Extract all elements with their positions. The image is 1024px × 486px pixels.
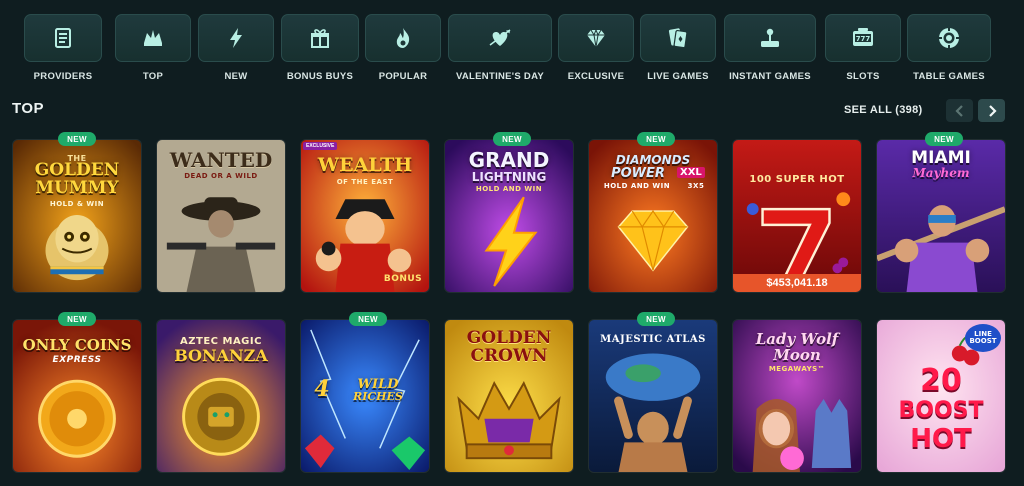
game-tile-aztec-magic-bonanza[interactable]: AZTEC MAGIC BONANZA (156, 319, 286, 473)
game-tile-only-coins-express[interactable]: ONLY COINS EXPRESS (12, 319, 142, 473)
new-badge: NEW (58, 132, 96, 146)
game-title: MUMMY (35, 178, 119, 198)
category-label: EXCLUSIVE (567, 71, 625, 82)
category-label: PROVIDERS (33, 71, 93, 82)
carousel-next-button[interactable] (978, 99, 1005, 122)
category-label: POPULAR (378, 71, 428, 82)
game-title: CROWN (470, 346, 548, 366)
game-title: MIAMI (911, 148, 971, 168)
game-tile-4-wild-riches[interactable]: 4 WILD RICHES (300, 319, 430, 473)
game-tile-grand-lightning[interactable]: GRAND LIGHTNING HOLD AND WIN (444, 139, 574, 293)
xxl-label: XXL (677, 167, 705, 178)
category-label: VALENTINE'S DAY (455, 71, 545, 82)
game-title: HOT (910, 424, 972, 454)
new-badge: NEW (925, 132, 963, 146)
slot-machine-icon: 777 (825, 14, 901, 62)
game-tile-golden-mummy[interactable]: THE GOLDEN MUMMY HOLD & WIN (12, 139, 142, 293)
game-title: WEALTH (317, 154, 413, 176)
game-subtitle: HOLD & WIN (49, 200, 105, 208)
category-popular[interactable]: POPULAR (363, 14, 443, 84)
flame-icon (365, 14, 441, 62)
new-badge: NEW (349, 312, 387, 326)
game-title: GOLDEN (34, 160, 120, 180)
category-top[interactable]: TOP (112, 14, 194, 84)
category-live-games[interactable]: LIVE GAMES (638, 14, 718, 84)
game-tile-100-super-hot[interactable]: 100 SUPER HOT $453,041.18 (732, 139, 862, 293)
game-subtitle: MEGAWAYS™ (768, 365, 826, 373)
game-title: BOOST (898, 398, 984, 423)
category-label: INSTANT GAMES (729, 71, 811, 82)
category-valentines-day[interactable]: VALENTINE'S DAY (447, 14, 553, 84)
game-subtitle: EXPRESS (52, 355, 102, 365)
jackpot-amount: $453,041.18 (733, 274, 861, 292)
game-title: RICHES (353, 390, 403, 403)
svg-text:777: 777 (856, 35, 871, 43)
game-title: ONLY COINS (22, 336, 132, 354)
category-exclusive[interactable]: EXCLUSIVE (556, 14, 636, 84)
heart-arrow-icon (448, 14, 552, 62)
line-boost-badge: LINE BOOST (965, 324, 1001, 352)
gift-icon (281, 14, 359, 62)
chevron-right-icon (988, 104, 997, 117)
diamond-icon (558, 14, 634, 62)
category-table-games[interactable]: TABLE GAMES (905, 14, 993, 84)
category-label: TABLE GAMES (913, 71, 985, 82)
game-title: GRAND (468, 148, 550, 172)
casino-chip-icon (907, 14, 991, 62)
new-badge: NEW (58, 312, 96, 326)
category-label: SLOTS (846, 71, 880, 82)
game-title: POWER (611, 166, 665, 181)
section-title: TOP (12, 100, 45, 117)
game-tile-lady-wolf-moon[interactable]: Lady Wolf Moon MEGAWAYS™ (732, 319, 862, 473)
game-tile-wanted[interactable]: WANTED DEAD OR A WILD (156, 139, 286, 293)
category-bonus-buys[interactable]: BONUS BUYS (279, 14, 361, 84)
game-title: BONANZA (174, 346, 268, 365)
game-tile-majestic-atlas[interactable]: MAJESTIC ATLAS (588, 319, 718, 473)
category-slots[interactable]: 777 SLOTS (823, 14, 903, 84)
game-title: Mayhem (912, 166, 970, 180)
game-title: DIAMONDS (615, 153, 691, 167)
new-badge: NEW (637, 312, 675, 326)
new-badge: NEW (637, 132, 675, 146)
category-label: TOP (142, 71, 164, 82)
category-instant-games[interactable]: INSTANT GAMES (722, 14, 818, 84)
game-tile-miami-mayhem[interactable]: MIAMI Mayhem (876, 139, 1006, 293)
see-all-link[interactable]: SEE ALL (398) (844, 104, 922, 116)
game-title: GOLDEN (466, 328, 552, 348)
game-subtitle: HOLD AND WIN (603, 182, 671, 190)
game-title: 100 SUPER HOT (749, 174, 845, 185)
joystick-icon (724, 14, 816, 62)
lightning-icon (198, 14, 274, 62)
game-tile-wealth-of-the-east[interactable]: EXCLUSIVE WEALTH OF THE EAST BONUS (300, 139, 430, 293)
game-tile-diamonds-power-xxl[interactable]: DIAMONDS POWER XXL HOLD AND WIN 3X5 (588, 139, 718, 293)
game-title: WANTED (169, 148, 273, 172)
game-subtitle: HOLD AND WIN (475, 185, 543, 193)
game-tile-20-boost-hot[interactable]: LINE BOOST 20 BOOST HOT (876, 319, 1006, 473)
category-label: BONUS BUYS (286, 71, 354, 82)
carousel-prev-button[interactable] (946, 99, 973, 122)
chevron-left-icon (954, 104, 963, 117)
game-tile-golden-crown[interactable]: GOLDEN CROWN (444, 319, 574, 473)
jester-hat-icon (115, 14, 191, 62)
category-new[interactable]: NEW (196, 14, 276, 84)
bonus-label: BONUS (383, 274, 423, 284)
cards-icon (640, 14, 716, 62)
game-title: LIGHTNING (471, 170, 547, 184)
category-label: NEW (224, 71, 248, 82)
exclusive-tag: EXCLUSIVE (303, 142, 338, 150)
game-title: Moon (773, 346, 821, 364)
game-title: MAJESTIC ATLAS (600, 334, 706, 345)
providers-icon (24, 14, 102, 62)
game-subtitle: DEAD OR A WILD (184, 172, 258, 180)
game-title: 20 (920, 363, 962, 398)
game-subtitle: OF THE EAST (336, 178, 394, 186)
ways-label: 3X5 (687, 182, 705, 190)
category-providers[interactable]: PROVIDERS (22, 14, 104, 84)
new-badge: NEW (493, 132, 531, 146)
category-label: LIVE GAMES (647, 71, 709, 82)
game-title: Lady Wolf (755, 330, 839, 348)
category-bar: PROVIDERS TOP NEW BONUS BUYS POPULAR VAL… (22, 14, 1002, 84)
